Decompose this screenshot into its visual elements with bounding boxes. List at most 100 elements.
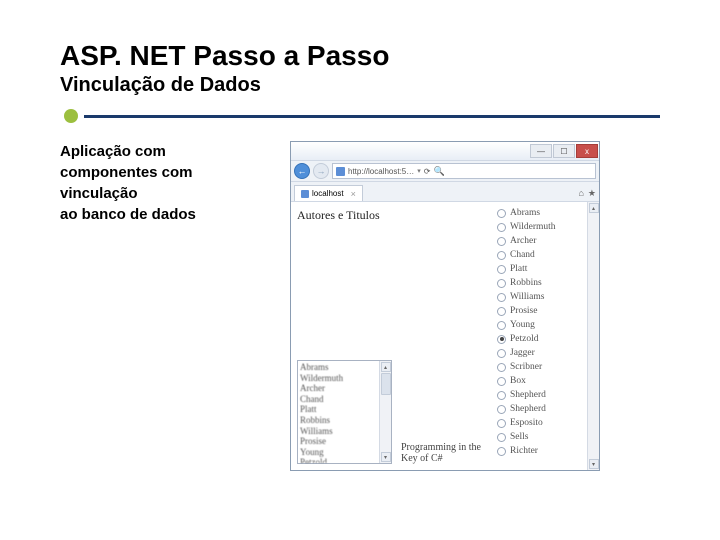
radio-row[interactable]: Richter bbox=[497, 444, 585, 458]
radio-row[interactable]: Wildermuth bbox=[497, 220, 585, 234]
search-icon[interactable]: 🔍 bbox=[433, 166, 444, 177]
radio-row[interactable]: Box bbox=[497, 374, 585, 388]
radio-row[interactable]: Platt bbox=[497, 262, 585, 276]
list-item[interactable]: Prosise bbox=[300, 436, 377, 447]
browser-window: — ☐ x ← → http://localhost:5… ▾ ⟳ 🔍 lo bbox=[290, 141, 600, 471]
radio-button-icon[interactable] bbox=[497, 307, 506, 316]
radio-button-icon[interactable] bbox=[497, 279, 506, 288]
radio-button-icon[interactable] bbox=[497, 419, 506, 428]
page-content: Autores e Titulos Abrams Wildermuth Arch… bbox=[291, 202, 497, 470]
body-line: componentes com bbox=[60, 162, 270, 183]
radio-button-icon[interactable] bbox=[497, 293, 506, 302]
radio-row[interactable]: Petzold bbox=[497, 332, 585, 346]
radio-row[interactable]: Jagger bbox=[497, 346, 585, 360]
radio-button-icon[interactable] bbox=[497, 391, 506, 400]
scroll-up-button[interactable]: ▴ bbox=[589, 203, 599, 213]
radio-label: Archer bbox=[510, 236, 536, 246]
page-icon bbox=[336, 167, 345, 176]
tab-label: localhost bbox=[312, 189, 344, 198]
list-item[interactable]: Robbins bbox=[300, 415, 377, 426]
scroll-down-button[interactable]: ▾ bbox=[381, 452, 391, 462]
nav-back-button[interactable]: ← bbox=[294, 163, 310, 179]
window-close-button[interactable]: x bbox=[576, 144, 598, 158]
slide-title: ASP. NET Passo a Passo bbox=[60, 40, 660, 72]
scroll-up-button[interactable]: ▴ bbox=[381, 362, 391, 372]
list-item[interactable]: Young bbox=[300, 447, 377, 458]
scroll-down-button[interactable]: ▾ bbox=[589, 459, 599, 469]
list-item[interactable]: Petzold bbox=[300, 457, 377, 463]
listbox-items: Abrams Wildermuth Archer Chand Platt Rob… bbox=[298, 361, 379, 463]
tab-close-icon[interactable]: × bbox=[351, 189, 356, 199]
radio-label: Abrams bbox=[510, 208, 540, 218]
favorites-icon[interactable]: ★ bbox=[588, 188, 596, 199]
bullet-dot-icon bbox=[64, 109, 78, 123]
radio-row[interactable]: Sells bbox=[497, 430, 585, 444]
url-dropdown-icon[interactable]: ▾ bbox=[417, 167, 421, 175]
home-icon[interactable]: ⌂ bbox=[578, 188, 583, 199]
radio-row[interactable]: Shepherd bbox=[497, 402, 585, 416]
radio-button-icon[interactable] bbox=[497, 349, 506, 358]
browser-viewport: Autores e Titulos Abrams Wildermuth Arch… bbox=[291, 202, 599, 470]
nav-forward-button[interactable]: → bbox=[313, 163, 329, 179]
list-item[interactable]: Abrams bbox=[300, 362, 377, 373]
radio-label: Shepherd bbox=[510, 390, 546, 400]
radio-row[interactable]: Abrams bbox=[497, 206, 585, 220]
radio-row[interactable]: Archer bbox=[497, 234, 585, 248]
radio-button-icon[interactable] bbox=[497, 321, 506, 330]
url-text: http://localhost:5… bbox=[348, 167, 414, 176]
page-scrollbar[interactable]: ▴ ▾ bbox=[587, 202, 599, 470]
list-item[interactable]: Platt bbox=[300, 404, 377, 415]
radio-button-icon[interactable] bbox=[497, 251, 506, 260]
radio-label: Platt bbox=[510, 264, 527, 274]
radio-row[interactable]: Williams bbox=[497, 290, 585, 304]
slide-subtitle: Vinculação de Dados bbox=[60, 74, 660, 97]
radio-button-icon[interactable] bbox=[497, 209, 506, 218]
radio-row[interactable]: Young bbox=[497, 318, 585, 332]
tab-tools: ⌂ ★ bbox=[578, 188, 596, 201]
body-line: vinculação bbox=[60, 183, 270, 204]
list-item[interactable]: Williams bbox=[300, 426, 377, 437]
radio-row[interactable]: Shepherd bbox=[497, 388, 585, 402]
selected-title-label: Programming in the Key of C# bbox=[401, 442, 497, 464]
radio-row[interactable]: Chand bbox=[497, 248, 585, 262]
window-minimize-button[interactable]: — bbox=[530, 144, 552, 158]
radio-row[interactable]: Prosise bbox=[497, 304, 585, 318]
radio-row[interactable]: Esposito bbox=[497, 416, 585, 430]
browser-toolbar: ← → http://localhost:5… ▾ ⟳ 🔍 bbox=[291, 160, 599, 182]
radio-label: Shepherd bbox=[510, 404, 546, 414]
radio-button-icon[interactable] bbox=[497, 237, 506, 246]
scroll-thumb[interactable] bbox=[381, 373, 391, 395]
window-maximize-button[interactable]: ☐ bbox=[553, 144, 575, 158]
radio-button-icon[interactable] bbox=[497, 377, 506, 386]
list-item[interactable]: Archer bbox=[300, 383, 377, 394]
radio-label: Wildermuth bbox=[510, 222, 556, 232]
authors-listbox[interactable]: Abrams Wildermuth Archer Chand Platt Rob… bbox=[297, 360, 392, 464]
radio-button-icon[interactable] bbox=[497, 433, 506, 442]
radio-button-icon[interactable] bbox=[497, 335, 506, 344]
listbox-scrollbar[interactable]: ▴ ▾ bbox=[379, 361, 391, 463]
page-heading: Autores e Titulos bbox=[297, 208, 491, 223]
radio-button-icon[interactable] bbox=[497, 363, 506, 372]
radio-button-icon[interactable] bbox=[497, 447, 506, 456]
browser-tab[interactable]: localhost × bbox=[294, 185, 363, 201]
radio-button-icon[interactable] bbox=[497, 223, 506, 232]
divider-line bbox=[84, 115, 660, 118]
radio-label: Box bbox=[510, 376, 526, 386]
body-text: Aplicação com componentes com vinculação… bbox=[60, 141, 270, 471]
radio-label: Richter bbox=[510, 446, 538, 456]
tab-favicon-icon bbox=[301, 190, 309, 198]
radio-button-icon[interactable] bbox=[497, 265, 506, 274]
list-item[interactable]: Chand bbox=[300, 394, 377, 405]
radio-button-icon[interactable] bbox=[497, 405, 506, 414]
address-bar[interactable]: http://localhost:5… ▾ ⟳ 🔍 bbox=[332, 163, 596, 179]
radio-row[interactable]: Robbins bbox=[497, 276, 585, 290]
list-item[interactable]: Wildermuth bbox=[300, 373, 377, 384]
radio-label: Esposito bbox=[510, 418, 543, 428]
radio-label: Petzold bbox=[510, 334, 539, 344]
window-titlebar: — ☐ x bbox=[291, 142, 599, 160]
body-line: ao banco de dados bbox=[60, 204, 270, 225]
radio-label: Young bbox=[510, 320, 535, 330]
radio-row[interactable]: Scribner bbox=[497, 360, 585, 374]
radio-label: Prosise bbox=[510, 306, 537, 316]
refresh-icon[interactable]: ⟳ bbox=[424, 167, 431, 176]
